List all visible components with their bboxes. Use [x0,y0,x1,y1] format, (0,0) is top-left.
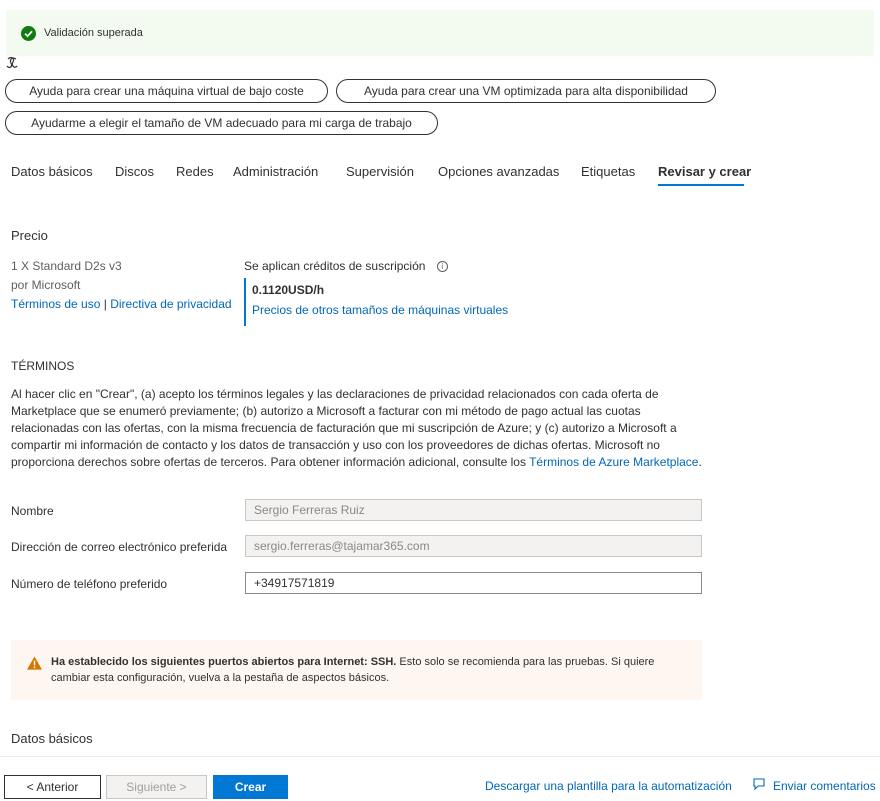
tab-monitoring[interactable]: Supervisión [346,164,414,179]
price-bar [244,278,246,326]
footer-divider [0,756,880,757]
send-feedback-link[interactable]: Enviar comentarios [773,779,876,793]
credits-label-row: Se aplican créditos de suscripción i [244,259,448,273]
basics-section-title: Datos básicos [11,731,93,746]
price-links: Términos de uso | Directiva de privacida… [11,297,232,311]
product-name: 1 X Standard D2s v3 [11,259,122,273]
wizard-tabs: Datos básicos Discos Redes Administració… [0,158,880,188]
info-icon[interactable]: i [436,261,448,273]
terms-end: . [698,455,702,469]
create-button[interactable]: Crear [213,775,288,799]
validation-banner: Validación superada [6,10,874,56]
phone-label: Número de teléfono preferido [11,577,168,591]
tab-advanced[interactable]: Opciones avanzadas [438,164,559,179]
tab-basics[interactable]: Datos básicos [11,164,93,179]
next-button[interactable]: Siguiente > [106,775,207,799]
publisher: por Microsoft [11,278,81,292]
tab-disks[interactable]: Discos [115,164,154,179]
name-field[interactable] [245,499,702,521]
azure-marketplace-terms-link[interactable]: Términos de Azure Marketplace [529,455,698,469]
name-label: Nombre [11,504,54,518]
privacy-policy-link[interactable]: Directiva de privacidad [110,297,231,311]
active-tab-indicator [658,184,744,186]
terms-title: TÉRMINOS [11,359,75,373]
price-title: Precio [11,228,48,243]
copilot-icon[interactable] [5,56,19,70]
tab-review-create[interactable]: Revisar y crear [658,164,751,179]
tab-tags[interactable]: Etiquetas [581,164,635,179]
validation-text: Validación superada [44,27,143,39]
terms-of-use-link[interactable]: Términos de uso [11,297,100,311]
price-amount: 0.1120USD/h [252,283,325,297]
phone-field[interactable] [245,572,702,594]
terms-text: Al hacer clic en "Crear", (a) acepto los… [11,386,711,471]
feedback-icon[interactable] [752,777,766,791]
download-template-link[interactable]: Descargar una plantilla para la automati… [485,779,732,793]
email-label: Dirección de correo electrónico preferid… [11,540,228,554]
warning-bold-text: Ha establecido los siguientes puertos ab… [51,656,397,668]
credits-label: Se aplican créditos de suscripción [244,259,426,273]
link-separator: | [103,297,107,311]
previous-button[interactable]: < Anterior [4,775,101,799]
vm-size-help-button[interactable]: Ayudarme a elegir el tamaño de VM adecua… [5,111,438,135]
high-availability-vm-help-button[interactable]: Ayuda para crear una VM optimizada para … [336,79,716,103]
other-vm-prices-link[interactable]: Precios de otros tamaños de máquinas vir… [252,303,508,317]
warning-icon [27,656,42,670]
low-cost-vm-help-button[interactable]: Ayuda para crear una máquina virtual de … [5,79,328,103]
check-circle-icon [21,25,36,41]
ssh-warning-banner: Ha establecido los siguientes puertos ab… [11,640,702,700]
tab-management[interactable]: Administración [233,164,318,179]
tab-networking[interactable]: Redes [176,164,214,179]
email-field[interactable] [245,535,702,557]
